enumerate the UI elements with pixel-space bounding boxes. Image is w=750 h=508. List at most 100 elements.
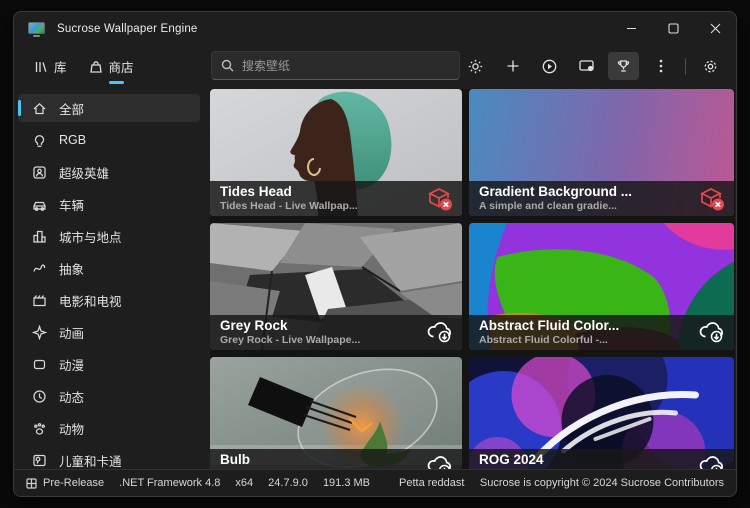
minimize-icon [626,27,636,29]
tab-library[interactable]: 库 [28,52,73,84]
search-input[interactable] [242,58,450,73]
animal-icon [34,422,45,435]
settings-button[interactable] [695,52,726,80]
maximize-button[interactable] [652,12,694,44]
add-wallpaper-button[interactable] [497,52,528,80]
sidebar-label: 动漫 [59,358,85,373]
card-title: Abstract Fluid Color... [479,318,620,333]
header-row: 库 商店 [14,48,736,84]
search-icon [221,59,234,72]
wallpaper-card-grey-rock[interactable]: Grey Rock Grey Rock - Live Wallpape... [210,223,462,350]
anime-icon [33,359,46,369]
wallpaper-card-abstract-fluid[interactable]: Abstract Fluid Color... Abstract Fluid C… [469,223,734,350]
lightbulb-icon [34,134,45,147]
sidebar-label: 抽象 [59,262,85,277]
superhero-icon [33,165,46,179]
sidebar-item-anime[interactable]: 动漫 [18,350,200,378]
status-motto: Petta reddast [399,477,465,489]
memory-usage: 191.3 MB [322,477,371,489]
card-subtitle: Abstract Fluid Colorful -... [479,334,608,346]
main-tabs: 库 商店 [28,52,140,84]
animation-icon [32,324,47,340]
search-box[interactable] [211,51,460,80]
card-info-overlay: Tides Head Tides Head - Live Wallpap... [210,181,462,216]
tab-store[interactable]: 商店 [83,52,140,84]
wallpaper-card-tides-head[interactable]: Tides Head Tides Head - Live Wallpap... [210,89,462,216]
app-logo-icon [28,21,45,37]
kids-cartoon-icon [33,454,46,466]
card-info-overlay: Bulb [210,449,462,469]
tab-store-label: 商店 [108,61,134,75]
copyright-text: Sucrose is copyright © 2024 Sucrose Cont… [479,477,724,489]
store-icon [89,60,102,73]
home-icon [33,102,46,114]
sidebar-label: RGB [59,133,87,147]
package-icon [26,477,37,489]
card-title: Tides Head [220,184,292,199]
card-subtitle: A simple and clean gradie... [479,200,617,212]
sidebar-label: 动画 [59,326,85,341]
sidebar-item-animals[interactable]: 动物 [18,414,200,442]
card-info-overlay: Abstract Fluid Color... Abstract Fluid C… [469,315,734,350]
wallpaper-card-rog-2024[interactable]: ROG 2024 [469,357,734,469]
sidebar-item-movies-tv[interactable]: 电影和电视 [18,286,200,314]
unavailable-box-icon[interactable] [698,185,726,212]
tab-library-label: 库 [54,61,67,75]
sidebar-item-superhero[interactable]: 超级英雄 [18,158,200,186]
close-icon [710,23,720,33]
cloud-download-icon[interactable] [698,453,726,469]
sidebar-label: 儿童和卡通 [59,454,122,469]
wallpaper-card-gradient-background[interactable]: Gradient Background ... A simple and cle… [469,89,734,216]
card-subtitle: Tides Head - Live Wallpap... [220,200,358,212]
sidebar-label: 动态 [59,390,85,405]
card-info-overlay: Grey Rock Grey Rock - Live Wallpape... [210,315,462,350]
release-channel: Pre-Release [26,477,104,489]
sidebar-item-all[interactable]: 全部 [18,94,200,122]
sidebar-item-cities[interactable]: 城市与地点 [18,222,200,250]
sidebar-label: 动物 [59,422,85,437]
sidebar-item-animation[interactable]: 动画 [18,318,200,346]
sidebar-label: 全部 [59,102,85,117]
category-sidebar: 全部 RGB 超级英雄 车辆 城市与地点 抽象 电影和电视 动画 动漫 动态 动… [14,86,206,469]
apply-wallpaper-icon [578,60,594,72]
architecture: x64 [235,477,254,489]
app-version: 24.7.9.0 [268,477,308,489]
sidebar-label: 车辆 [59,198,85,213]
dynamic-icon [33,389,46,403]
more-button[interactable] [645,52,676,80]
movie-icon [33,294,46,306]
cloud-download-icon[interactable] [426,319,454,346]
more-icon [659,59,662,73]
trophy-icon [617,59,630,72]
trophy-button[interactable] [608,52,639,80]
window-title: Sucrose Wallpaper Engine [57,23,198,35]
brightness-button[interactable] [460,52,491,80]
toolbar-divider [685,57,686,75]
sidebar-label: 超级英雄 [59,166,110,181]
framework-version: .NET Framework 4.8 [119,477,221,489]
sidebar-item-abstract[interactable]: 抽象 [18,254,200,282]
close-button[interactable] [694,12,736,44]
card-title: Bulb [220,452,250,467]
wallpaper-card-bulb[interactable]: Bulb [210,357,462,469]
sidebar-item-vehicles[interactable]: 车辆 [18,190,200,218]
play-icon [542,59,557,73]
card-info-overlay: ROG 2024 [469,449,734,469]
abstract-icon [33,263,46,272]
unavailable-box-icon[interactable] [426,185,454,212]
play-button[interactable] [534,52,565,80]
apply-wallpaper-button[interactable] [571,52,602,80]
car-icon [33,201,46,211]
sidebar-item-dynamic[interactable]: 动态 [18,382,200,410]
sidebar-label: 城市与地点 [59,230,122,245]
cloud-download-icon[interactable] [426,453,454,469]
cloud-download-icon[interactable] [698,319,726,346]
minimize-button[interactable] [610,12,652,44]
card-title: Grey Rock [220,318,288,333]
toolbar [460,51,726,81]
sidebar-label: 电影和电视 [59,294,122,309]
sidebar-item-rgb[interactable]: RGB [18,126,200,154]
card-subtitle: Grey Rock - Live Wallpape... [220,334,361,346]
status-text: Pre-Release [43,477,105,489]
card-info-overlay: Gradient Background ... A simple and cle… [469,181,734,216]
